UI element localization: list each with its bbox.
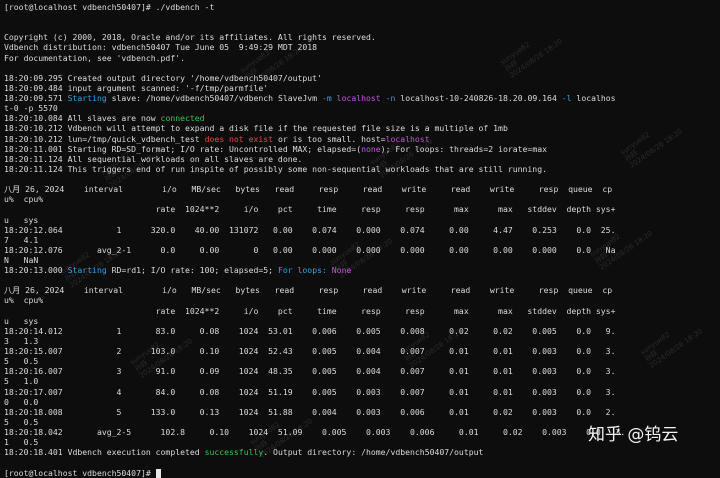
terminal-text-segment: rate 1024**2 i/o pct time resp resp max … — [4, 204, 616, 215]
terminal-line: 18:20:14.012 1 83.0 0.08 1024 53.01 0.00… — [4, 326, 615, 336]
terminal-text-segment: Copyright (c) 2000, 2018, Oracle and/or … — [4, 32, 376, 43]
terminal-text-segment: 18:20:10.084 All slaves are now — [4, 113, 161, 124]
terminal-text-segment: 18:20:15.007 2 103.0 0.10 1024 52.43 0.0… — [4, 346, 616, 357]
terminal-line: 5 0.5 — [4, 356, 38, 366]
terminal-line: N NaN — [4, 255, 38, 265]
terminal-text-segment: For documentation, see 'vdbench.pdf'. — [4, 52, 185, 63]
terminal-text-segment: or is too small. host= — [273, 133, 386, 144]
terminal-window[interactable]: [root@localhost vdbench50407]# ./vdbench… — [4, 0, 716, 478]
terminal-text-segment: 八月 26, 2024 interval i/o MB/sec bytes re… — [4, 285, 613, 296]
terminal-line: rate 1024**2 i/o pct time resp resp max … — [4, 204, 616, 215]
terminal-text-segment: -n — [385, 93, 396, 104]
terminal-text-segment: . Output directory: /home/vdbench50407/o… — [263, 447, 484, 458]
terminal-text-segment: N NaN — [4, 255, 39, 265]
terminal-text-segment: u% cpu% — [4, 194, 44, 205]
terminal-text-segment: t-0 -p 5570 — [4, 103, 58, 114]
terminal-text-segment: 18:20:11.124 This triggers end of run in… — [4, 163, 547, 174]
terminal-text-segment: 18:20:12.064 1 320.0 40.00 131072 0.00 0… — [4, 224, 616, 235]
terminal-text-segment: 18:20:16.007 3 91.0 0.09 1024 48.35 0.00… — [4, 366, 616, 377]
terminal-line: 5 1.0 — [4, 376, 38, 386]
terminal-line: Copyright (c) 2000, 2018, Oracle and/or … — [4, 32, 376, 42]
terminal-text-segment: 7 4.1 — [4, 234, 39, 245]
terminal-text-segment: 八月 26, 2024 interval i/o MB/sec bytes re… — [4, 184, 613, 195]
terminal-text-segment: 5 0.5 — [4, 416, 39, 427]
terminal-line: 18:20:09.484 input argument scanned: '-f… — [4, 83, 268, 93]
terminal-text-segment: 18:20:09.484 input argument scanned: '-f… — [4, 82, 269, 93]
terminal-text-segment: 18:20:17.007 4 84.0 0.08 1024 51.19 0.00… — [4, 386, 616, 397]
terminal-line: u sys — [4, 215, 38, 225]
terminal-line: rate 1024**2 i/o pct time resp resp max … — [4, 305, 616, 316]
terminal-line: 18:20:13.000 Starting RD=rd1; I/O rate: … — [4, 265, 351, 275]
terminal-line: 18:20:18.401 Vdbench execution completed… — [4, 447, 483, 457]
terminal-line: u% cpu% — [4, 194, 43, 204]
terminal-text-segment: connected — [160, 113, 205, 124]
terminal-line: 18:20:11.001 Starting RD=SD_format; I/O … — [4, 144, 547, 154]
terminal-line: 18:20:18.008 5 133.0 0.13 1024 51.88 0.0… — [4, 407, 615, 417]
terminal-text-segment: 18:20:10.212 Vdbench will attempt to exp… — [4, 123, 508, 134]
terminal-line: u% cpu% — [4, 295, 43, 305]
terminal-text-segment: 18:20:18.401 Vdbench execution completed — [4, 447, 205, 458]
terminal-text-segment: localhos — [571, 93, 616, 104]
terminal-text-segment: does not exist — [204, 133, 274, 144]
terminal-line: [root@localhost vdbench50407]# — [4, 468, 161, 478]
terminal-text-segment: 0 0.0 — [4, 396, 39, 407]
terminal-line: 18:20:17.007 4 84.0 0.08 1024 51.19 0.00… — [4, 387, 615, 397]
terminal-line: u sys — [4, 316, 38, 326]
terminal-line: 18:20:10.212 lun=/tmp/quick_vdbench_test… — [4, 134, 430, 144]
terminal-line: 八月 26, 2024 interval i/o MB/sec bytes re… — [4, 184, 612, 194]
terminal-line: 1 0.5 — [4, 437, 38, 447]
terminal-text-segment: -l — [561, 93, 572, 104]
terminal-text-segment: none — [361, 143, 381, 154]
terminal-text-segment: For loops: — [277, 265, 327, 276]
terminal-text-segment: 18:20:14.012 1 83.0 0.08 1024 53.01 0.00… — [4, 325, 616, 336]
terminal-line: 18:20:16.007 3 91.0 0.09 1024 48.35 0.00… — [4, 366, 615, 376]
terminal-text-segment: RD=rd1; I/O rate: 100; elapsed=5; — [106, 265, 278, 276]
terminal-line: 18:20:11.124 This triggers end of run in… — [4, 164, 547, 174]
terminal-line: 18:20:15.007 2 103.0 0.10 1024 52.43 0.0… — [4, 346, 615, 356]
terminal-text-segment: 3 1.3 — [4, 335, 39, 346]
terminal-text-segment: 18:20:10.212 lun=/tmp/quick_vdbench_test — [4, 133, 205, 144]
terminal-text-segment: -m — [321, 93, 332, 104]
terminal-text-segment: 18:20:09.295 Created output directory '/… — [4, 72, 322, 83]
terminal-line: 0 0.0 — [4, 397, 38, 407]
terminal-text-segment: 18:20:11.001 Starting RD=SD_format; I/O … — [4, 143, 362, 154]
terminal-text-segment: 5 0.5 — [4, 356, 39, 367]
terminal-line: 18:20:09.295 Created output directory '/… — [4, 73, 322, 83]
terminal-line: 18:20:12.064 1 320.0 40.00 131072 0.00 0… — [4, 225, 615, 235]
terminal-text-segment: localhost-10-240826-18.20.09.164 — [395, 93, 562, 104]
terminal-line: 7 4.1 — [4, 235, 38, 245]
terminal-line: 18:20:10.212 Vdbench will attempt to exp… — [4, 123, 508, 133]
terminal-text-segment: 1 0.5 — [4, 437, 39, 448]
terminal-line: t-0 -p 5570 — [4, 103, 58, 113]
terminal-text-segment: 18:20:18.008 5 133.0 0.13 1024 51.88 0.0… — [4, 406, 616, 417]
terminal-line: [root@localhost vdbench50407]# ./vdbench… — [4, 2, 214, 12]
terminal-text-segment: [root@localhost vdbench50407]# — [4, 467, 156, 478]
terminal-line: 5 0.5 — [4, 417, 38, 427]
terminal-cursor — [155, 468, 161, 478]
terminal-text-segment: [root@localhost vdbench50407]# ./vdbench… — [4, 2, 215, 12]
zhihu-author-watermark: 知乎 @钨云 — [588, 425, 679, 445]
terminal-text-segment: rate 1024**2 i/o pct time resp resp max … — [4, 305, 616, 316]
terminal-text-segment: 18:20:18.042 avg_2-5 102.8 0.10 1024 51.… — [4, 427, 626, 438]
terminal-text-segment: u sys — [4, 214, 39, 225]
terminal-text-segment: slave: /home/vdbench50407/vdbench SlaveJ… — [106, 93, 322, 104]
terminal-text-segment: u% cpu% — [4, 295, 44, 306]
terminal-text-segment: u sys — [4, 315, 39, 326]
terminal-line: 八月 26, 2024 interval i/o MB/sec bytes re… — [4, 285, 612, 295]
terminal-text-segment: 5 1.0 — [4, 376, 39, 387]
terminal-line: 18:20:10.084 All slaves are now connecte… — [4, 113, 205, 123]
terminal-text-segment: localhost — [336, 93, 381, 104]
terminal-text-segment: 18:20:09.571 — [4, 93, 68, 104]
terminal-line: For documentation, see 'vdbench.pdf'. — [4, 53, 185, 63]
terminal-text-segment: Starting — [67, 93, 107, 104]
terminal-line: 18:20:09.571 Starting slave: /home/vdben… — [4, 93, 616, 103]
terminal-line: 18:20:18.042 avg_2-5 102.8 0.10 1024 51.… — [4, 427, 625, 437]
terminal-line: 3 1.3 — [4, 336, 38, 346]
